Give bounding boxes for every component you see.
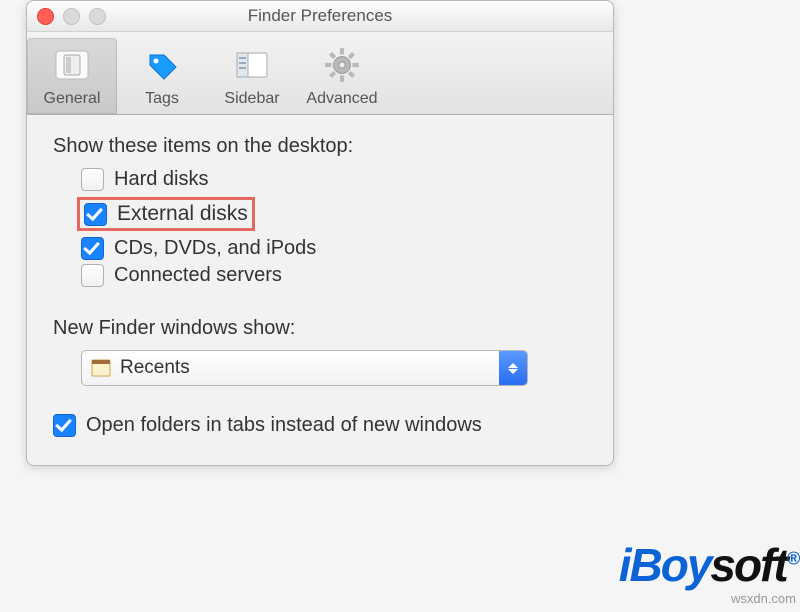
window-title: Finder Preferences <box>248 6 393 26</box>
general-pane: Show these items on the desktop: Hard di… <box>27 115 613 465</box>
highlighted-option: External disks <box>77 197 255 231</box>
zoom-icon[interactable] <box>89 8 106 25</box>
recents-icon <box>88 359 114 377</box>
watermark-logo: iBoysoft® <box>619 539 798 591</box>
option-hard-disks[interactable]: Hard disks <box>81 168 587 191</box>
checkbox-icon[interactable] <box>81 237 104 260</box>
tab-advanced[interactable]: Advanced <box>297 38 387 114</box>
tab-label: Advanced <box>297 90 387 108</box>
tab-sidebar[interactable]: Sidebar <box>207 38 297 114</box>
new-finder-select[interactable]: Recents <box>81 350 528 386</box>
option-open-in-tabs[interactable]: Open folders in tabs instead of new wind… <box>53 414 587 437</box>
watermark: iBoysoft® wsxdn.com <box>619 538 798 592</box>
option-label: External disks <box>117 202 248 226</box>
gear-icon <box>297 42 387 88</box>
desktop-items-title: Show these items on the desktop: <box>53 135 587 158</box>
minimize-icon[interactable] <box>63 8 80 25</box>
chevron-up-down-icon <box>499 351 527 385</box>
option-label: CDs, DVDs, and iPods <box>114 237 316 260</box>
tab-general[interactable]: General <box>27 38 117 114</box>
tab-label: Tags <box>117 90 207 108</box>
select-value: Recents <box>120 357 499 379</box>
option-label: Connected servers <box>114 264 282 287</box>
sidebar-icon <box>207 42 297 88</box>
new-finder-title: New Finder windows show: <box>53 317 587 340</box>
preferences-window: Finder Preferences General Tags <box>26 0 614 466</box>
tab-label: General <box>27 90 117 108</box>
checkbox-icon[interactable] <box>81 168 104 191</box>
option-connected-servers[interactable]: Connected servers <box>81 264 587 287</box>
close-icon[interactable] <box>37 8 54 25</box>
checkbox-icon[interactable] <box>53 414 76 437</box>
checkbox-icon[interactable] <box>84 203 107 226</box>
tag-icon <box>117 42 207 88</box>
tab-tags[interactable]: Tags <box>117 38 207 114</box>
option-label: Hard disks <box>114 168 208 191</box>
window-controls <box>37 8 106 25</box>
checkbox-icon[interactable] <box>81 264 104 287</box>
tab-label: Sidebar <box>207 90 297 108</box>
option-label: Open folders in tabs instead of new wind… <box>86 414 482 437</box>
preferences-toolbar: General Tags Sidebar <box>27 32 613 115</box>
switch-icon <box>27 42 117 88</box>
watermark-site: wsxdn.com <box>731 591 796 606</box>
titlebar: Finder Preferences <box>27 1 613 32</box>
option-cds-dvds-ipods[interactable]: CDs, DVDs, and iPods <box>81 237 587 260</box>
